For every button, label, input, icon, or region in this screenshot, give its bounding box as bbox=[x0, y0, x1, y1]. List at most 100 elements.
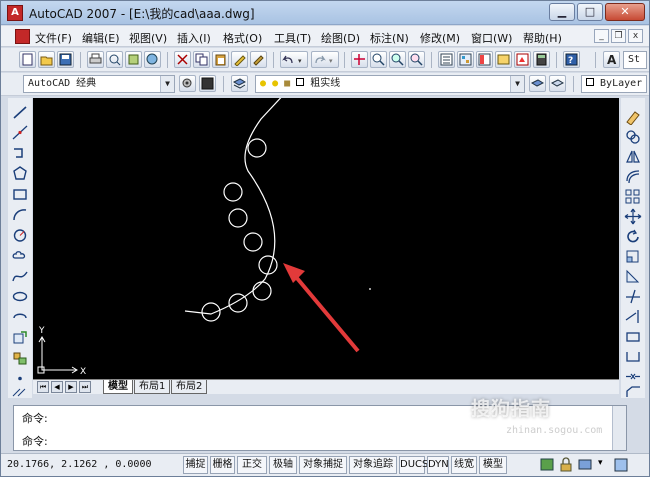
grid-toggle[interactable]: 栅格 bbox=[210, 456, 235, 474]
menu-insert[interactable]: 插入(I) bbox=[177, 30, 211, 46]
menu-file[interactable]: 文件(F) bbox=[35, 30, 72, 46]
layer-manager-icon[interactable] bbox=[231, 75, 248, 92]
array-icon[interactable] bbox=[624, 188, 642, 205]
coordinate-display[interactable]: 20.1766, 2.1262 , 0.0000 bbox=[7, 457, 177, 474]
ortho-toggle[interactable]: 正交 bbox=[237, 456, 267, 474]
lineweight-toggle[interactable]: 线宽 bbox=[451, 456, 477, 474]
sheet-set-icon[interactable] bbox=[495, 51, 512, 68]
circle-icon[interactable] bbox=[11, 227, 29, 244]
break-at-point-icon[interactable] bbox=[624, 328, 642, 345]
text-style-icon[interactable]: A bbox=[603, 51, 620, 68]
menu-edit[interactable]: 编辑(E) bbox=[82, 30, 120, 46]
make-block-icon[interactable] bbox=[11, 350, 29, 367]
maximize-button[interactable]: □ bbox=[577, 3, 603, 21]
break-icon[interactable] bbox=[624, 348, 642, 365]
menu-modify[interactable]: 修改(M) bbox=[420, 30, 460, 46]
polar-toggle[interactable]: 极轴 bbox=[269, 456, 297, 474]
rotate-icon[interactable] bbox=[624, 228, 642, 245]
drawing-area[interactable]: Y X bbox=[33, 90, 619, 382]
new-icon[interactable] bbox=[19, 51, 36, 68]
document-icon[interactable] bbox=[15, 29, 30, 44]
ellipse-icon[interactable] bbox=[11, 288, 29, 305]
zoom-realtime-icon[interactable] bbox=[370, 51, 387, 68]
mirror-icon[interactable] bbox=[624, 148, 642, 165]
clean-screen-icon[interactable] bbox=[613, 457, 629, 473]
extend-icon[interactable] bbox=[624, 308, 642, 325]
trim-icon[interactable] bbox=[624, 288, 642, 305]
properties-icon[interactable] bbox=[438, 51, 455, 68]
publish-icon[interactable] bbox=[125, 51, 142, 68]
first-tab-icon[interactable]: ⏮ bbox=[37, 381, 49, 393]
save-workspace-icon[interactable] bbox=[199, 75, 216, 92]
tab-layout2[interactable]: 布局2 bbox=[171, 380, 208, 394]
move-icon[interactable] bbox=[624, 208, 642, 225]
point-icon[interactable] bbox=[11, 370, 29, 387]
osnap-toggle[interactable]: 对象捕捉 bbox=[299, 456, 347, 474]
minimize-button[interactable]: ▁ bbox=[549, 3, 575, 21]
polyline-icon[interactable] bbox=[11, 145, 29, 162]
text-style-combo[interactable]: St bbox=[623, 51, 647, 69]
menu-help[interactable]: 帮助(H) bbox=[523, 30, 562, 46]
menu-tools[interactable]: 工具(T) bbox=[274, 30, 311, 46]
offset-icon[interactable] bbox=[624, 168, 642, 185]
prev-tab-icon[interactable]: ◀ bbox=[51, 381, 63, 393]
workspace-combo[interactable]: AutoCAD 经典 ▼ bbox=[23, 75, 175, 93]
chamfer-icon[interactable] bbox=[624, 386, 642, 398]
zoom-previous-icon[interactable] bbox=[408, 51, 425, 68]
copy-icon[interactable] bbox=[193, 51, 210, 68]
mdi-restore-button[interactable]: ❐ bbox=[611, 29, 626, 43]
polygon-icon[interactable] bbox=[11, 165, 29, 182]
line-icon[interactable] bbox=[11, 104, 29, 121]
communication-center-icon[interactable] bbox=[539, 457, 555, 473]
model-space-toggle[interactable]: 模型 bbox=[479, 456, 507, 474]
tab-model[interactable]: 模型 bbox=[103, 380, 133, 394]
cut-icon[interactable] bbox=[174, 51, 191, 68]
redo-icon[interactable]: ▾ bbox=[311, 51, 339, 68]
insert-block-icon[interactable] bbox=[11, 329, 29, 346]
mdi-minimize-button[interactable]: _ bbox=[594, 29, 609, 43]
menu-view[interactable]: 视图(V) bbox=[129, 30, 167, 46]
make-object-layer-current-icon[interactable] bbox=[529, 75, 546, 92]
undo-icon[interactable]: ▾ bbox=[280, 51, 308, 68]
snap-toggle[interactable]: 捕捉 bbox=[183, 456, 208, 474]
pan-realtime-icon[interactable] bbox=[351, 51, 368, 68]
workspace-settings-icon[interactable] bbox=[179, 75, 196, 92]
mdi-close-button[interactable]: x bbox=[628, 29, 643, 43]
copy-object-icon[interactable] bbox=[624, 128, 642, 145]
otrack-toggle[interactable]: 对象追踪 bbox=[349, 456, 397, 474]
construction-line-icon[interactable] bbox=[11, 124, 29, 141]
design-center-icon[interactable] bbox=[457, 51, 474, 68]
spline-icon[interactable] bbox=[11, 268, 29, 285]
join-icon[interactable] bbox=[624, 368, 642, 385]
ducs-toggle[interactable]: DUCS bbox=[399, 456, 428, 474]
rectangle-icon[interactable] bbox=[11, 186, 29, 203]
open-icon[interactable] bbox=[38, 51, 55, 68]
menu-format[interactable]: 格式(O) bbox=[223, 30, 262, 46]
autocad-logo-icon[interactable]: A bbox=[7, 5, 23, 21]
revision-cloud-icon[interactable] bbox=[11, 247, 29, 264]
save-icon[interactable] bbox=[57, 51, 74, 68]
hatch-icon[interactable] bbox=[11, 387, 29, 397]
dyn-toggle[interactable]: DYN bbox=[427, 456, 449, 474]
tool-palettes-icon[interactable] bbox=[476, 51, 493, 68]
close-button[interactable]: ✕ bbox=[605, 3, 645, 21]
chevron-down-icon[interactable]: ▾ bbox=[598, 458, 603, 468]
arc-icon[interactable] bbox=[11, 206, 29, 223]
menu-dimension[interactable]: 标注(N) bbox=[370, 30, 409, 46]
print-icon[interactable] bbox=[87, 51, 104, 68]
menu-window[interactable]: 窗口(W) bbox=[471, 30, 512, 46]
help-icon[interactable]: ? bbox=[563, 51, 580, 68]
zoom-window-icon[interactable] bbox=[389, 51, 406, 68]
scale-icon[interactable] bbox=[624, 248, 642, 265]
ellipse-arc-icon[interactable] bbox=[11, 309, 29, 326]
plot-preview-icon[interactable] bbox=[106, 51, 123, 68]
drawing-canvas[interactable]: Y X bbox=[33, 90, 619, 382]
last-tab-icon[interactable]: ⏭ bbox=[79, 381, 91, 393]
3d-dwf-icon[interactable] bbox=[144, 51, 161, 68]
color-combo[interactable]: ByLayer bbox=[581, 75, 647, 93]
next-tab-icon[interactable]: ▶ bbox=[65, 381, 77, 393]
calculator-icon[interactable] bbox=[533, 51, 550, 68]
paste-icon[interactable] bbox=[212, 51, 229, 68]
block-editor-icon[interactable] bbox=[250, 51, 267, 68]
tab-layout1[interactable]: 布局1 bbox=[134, 380, 171, 394]
